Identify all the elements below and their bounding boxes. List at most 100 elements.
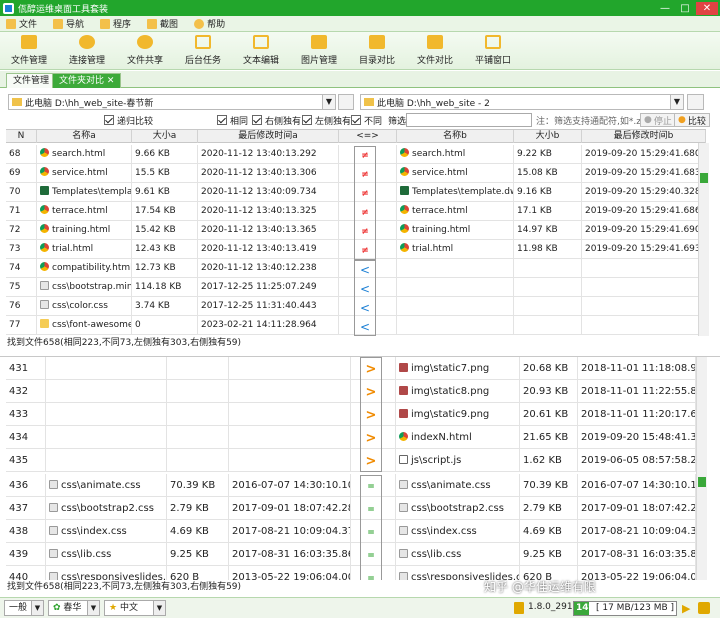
toolbar-file-share[interactable]: 文件共享: [116, 32, 174, 69]
option-recursive[interactable]: 递归比较: [104, 113, 153, 127]
table-row[interactable]: 439 css\lib.css 9.25 KB 2017-08-31 16:03…: [6, 543, 696, 566]
language-select[interactable]: ★ 中文 ▼: [104, 600, 166, 616]
col-mid[interactable]: <=>: [339, 130, 397, 143]
col-name-a[interactable]: 名称a: [37, 130, 132, 143]
table-row[interactable]: 437 css\bootstrap2.css 2.79 KB 2017-09-0…: [6, 497, 696, 520]
menu-screenshot[interactable]: 截图: [147, 17, 178, 30]
diff-marker[interactable]: ≠: [355, 223, 375, 242]
left-only-marker[interactable]: <: [355, 299, 375, 318]
close-button[interactable]: ✕: [696, 1, 718, 15]
diff-marker-group: ≠ ≠ ≠ ≠ ≠ ≠: [354, 146, 376, 260]
left-only-marker[interactable]: <: [355, 318, 375, 337]
diff-marker[interactable]: ≠: [355, 166, 375, 185]
menu-nav[interactable]: 导航: [53, 17, 84, 30]
cell-text: img\static8.png: [411, 386, 490, 397]
stop-button[interactable]: ● 停止: [640, 113, 676, 127]
scrollbar-thumb[interactable]: [698, 477, 706, 487]
scrollbar-thumb[interactable]: [700, 173, 708, 183]
left-browse-button[interactable]: [338, 94, 354, 110]
mode-select[interactable]: 一般 ▼: [4, 600, 44, 616]
cell-time-a: 2020-11-12 13:40:13.325: [198, 202, 339, 221]
checkbox[interactable]: [252, 115, 262, 125]
left-path-field[interactable]: 此电脑 D:\hh_web_site-春节新: [8, 94, 334, 110]
top-grid-scrollbar[interactable]: [698, 143, 709, 336]
toolbar-file-compare[interactable]: 文件对比: [406, 32, 464, 69]
checkbox[interactable]: [302, 115, 312, 125]
option-different[interactable]: 不同: [351, 113, 382, 127]
col-n[interactable]: N: [6, 130, 37, 143]
right-only-marker[interactable]: >: [361, 381, 381, 404]
table-row[interactable]: 431 img\static7.png 20.68 KB 2018-11-01 …: [6, 357, 696, 380]
left-only-marker[interactable]: <: [355, 280, 375, 299]
right-path-field[interactable]: 此电脑 D:\hh_web_site - 2: [360, 94, 683, 110]
trash-icon[interactable]: [698, 602, 710, 614]
cell-text: css\animate.css: [61, 480, 141, 491]
col-size-a[interactable]: 大小a: [132, 130, 198, 143]
toolbar-text-edit[interactable]: 文本编辑: [232, 32, 290, 69]
mode-value: 一般: [9, 603, 28, 613]
compare-button[interactable]: ● 比较: [674, 113, 710, 127]
col-time-a[interactable]: 最后修改时间a: [198, 130, 339, 143]
option-right-only[interactable]: 右侧独有: [252, 113, 301, 127]
close-icon[interactable]: ✕: [107, 76, 115, 86]
season-select[interactable]: ✿ 春华 ▼: [48, 600, 100, 616]
option-same[interactable]: 相同: [217, 113, 248, 127]
tab-folder-compare[interactable]: 文件夹对比 ✕: [52, 73, 122, 88]
right-only-marker[interactable]: >: [361, 404, 381, 427]
same-marker[interactable]: =: [361, 545, 381, 568]
col-size-b[interactable]: 大小b: [514, 130, 582, 143]
diff-marker[interactable]: ≠: [355, 185, 375, 204]
cell-name-b: img\static9.png: [396, 403, 520, 426]
folder-icon: [100, 18, 111, 29]
right-only-marker[interactable]: >: [361, 450, 381, 473]
toolbar-connection-manager[interactable]: 连接管理: [58, 32, 116, 69]
diff-marker[interactable]: ≠: [355, 242, 375, 261]
same-marker[interactable]: =: [361, 476, 381, 499]
table-row[interactable]: 436 css\animate.css 70.39 KB 2016-07-07 …: [6, 474, 696, 497]
checkbox[interactable]: [217, 115, 227, 125]
cell-size-a: [167, 380, 229, 403]
toolbar-file-manager[interactable]: 文件管理: [0, 32, 58, 69]
minimize-button[interactable]: —: [656, 2, 674, 15]
left-path-dropdown[interactable]: ▼: [322, 94, 336, 110]
file-icon: [49, 503, 58, 512]
same-marker[interactable]: =: [361, 499, 381, 522]
toolbar-background-tasks[interactable]: 后台任务: [174, 32, 232, 69]
cell-n: 436: [6, 474, 46, 497]
col-time-b[interactable]: 最后修改时间b: [582, 130, 706, 143]
menu-file[interactable]: 文件: [6, 17, 37, 30]
toolbar-image-manager[interactable]: 图片管理: [290, 32, 348, 69]
table-row[interactable]: 438 css\index.css 4.69 KB 2017-08-21 10:…: [6, 520, 696, 543]
right-browse-button[interactable]: [687, 94, 704, 110]
option-left-only[interactable]: 左侧独有: [302, 113, 351, 127]
play-icon[interactable]: ▶: [682, 602, 690, 615]
toolbar-tile-windows[interactable]: 平铺窗口: [464, 32, 522, 69]
left-only-marker[interactable]: <: [355, 261, 375, 280]
table-row[interactable]: 434 indexN.html 21.65 KB 2019-09-20 15:4…: [6, 426, 696, 449]
right-only-marker[interactable]: >: [361, 358, 381, 381]
table-row[interactable]: 433 img\static9.png 20.61 KB 2018-11-01 …: [6, 403, 696, 426]
maximize-button[interactable]: □: [676, 2, 694, 15]
tab-file-manager[interactable]: 文件管理: [6, 73, 57, 88]
table-row[interactable]: 432 img\static8.png 20.93 KB 2018-11-01 …: [6, 380, 696, 403]
diff-marker[interactable]: ≠: [355, 147, 375, 166]
toolbar-folder-compare[interactable]: 目录对比: [348, 32, 406, 69]
menu-help[interactable]: 帮助: [194, 17, 225, 30]
bottom-grid-scrollbar[interactable]: [696, 357, 707, 580]
cell-name-b: css\bootstrap2.css: [396, 497, 520, 520]
diff-marker[interactable]: ≠: [355, 204, 375, 223]
checkbox[interactable]: [104, 115, 114, 125]
cell-time-b: 2019-09-20 15:48:41.327: [578, 426, 696, 449]
table-row[interactable]: 435 js\script.js 1.62 KB 2019-06-05 08:5…: [6, 449, 696, 472]
right-only-marker[interactable]: >: [361, 427, 381, 450]
filter-input[interactable]: [406, 113, 532, 127]
cell-size-b: [514, 259, 582, 278]
folder-icon: [364, 98, 374, 106]
same-marker[interactable]: =: [361, 522, 381, 545]
same-marker[interactable]: =: [361, 568, 381, 580]
cell-size-b: 15.08 KB: [514, 164, 582, 183]
checkbox[interactable]: [351, 115, 361, 125]
right-path-dropdown[interactable]: ▼: [670, 94, 684, 110]
menu-program[interactable]: 程序: [100, 17, 131, 30]
col-name-b[interactable]: 名称b: [397, 130, 514, 143]
